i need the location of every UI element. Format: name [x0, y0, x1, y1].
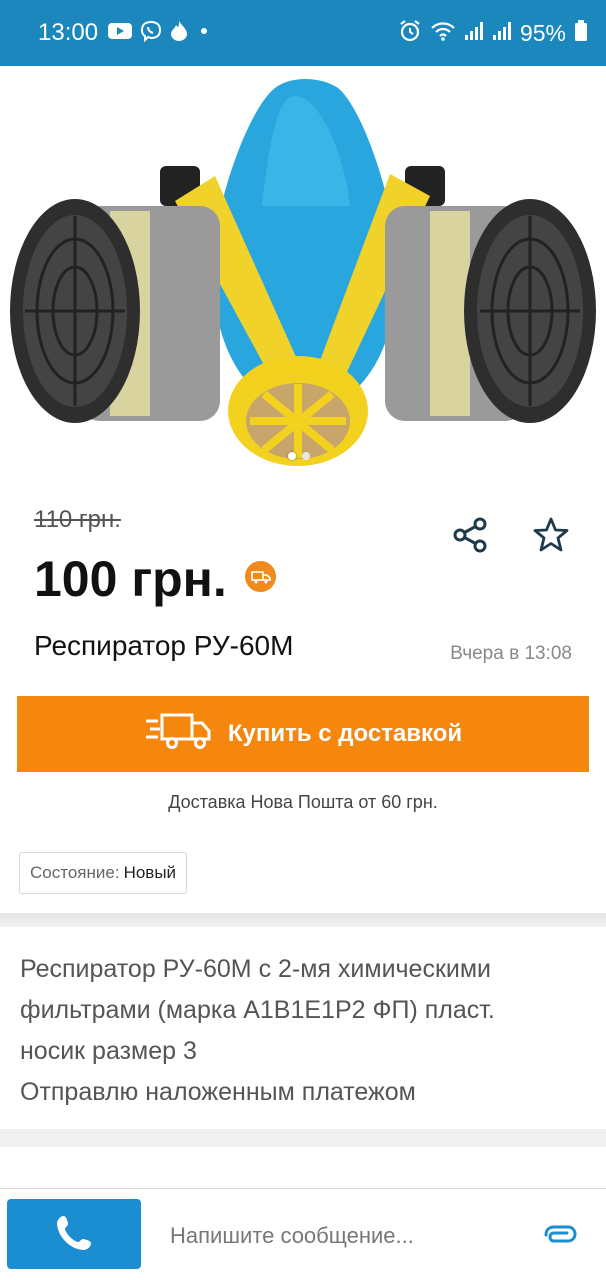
current-price: 100 грн. [34, 551, 227, 607]
description-line: носик размер 3 [20, 1037, 197, 1065]
favorite-star-icon[interactable] [532, 516, 570, 554]
gallery-dot-active [288, 452, 296, 460]
respirator-photo [10, 79, 596, 466]
wifi-icon [430, 20, 456, 47]
bottom-bar-divider [0, 1188, 606, 1189]
buy-button-label: Купить с доставкой [227, 720, 463, 747]
gallery-dot [302, 452, 310, 460]
attachment-paperclip-icon[interactable] [540, 1218, 578, 1252]
condition-tag: Состояние: Новый [19, 852, 188, 894]
dot-icon [196, 23, 212, 44]
gallery-page-indicator [288, 452, 310, 460]
flame-icon [170, 20, 188, 47]
phone-icon [54, 1213, 94, 1256]
condition-label: Состояние: [30, 863, 120, 882]
signal-icon [464, 21, 484, 46]
delivery-note: Доставка Нова Пошта от 60 грн. [168, 792, 438, 812]
description-line: Респиратор РУ-60М с 2-мя химическими [20, 955, 492, 983]
delivery-truck-badge-icon [245, 561, 276, 592]
status-time: 13:00 [38, 19, 99, 46]
description-line: фильтрами (марка А1В1Е1Р2 ФП) пласт. [20, 996, 495, 1024]
buy-with-delivery-button[interactable]: Купить с доставкой [17, 696, 589, 772]
youtube-icon [108, 22, 133, 45]
listing-description: Респиратор РУ-60М с 2-мя химическими фил… [0, 927, 606, 1129]
section-divider [0, 1129, 606, 1147]
message-input[interactable] [168, 1210, 532, 1262]
signal-icon [492, 21, 512, 46]
battery-icon [574, 19, 588, 47]
description-line: Отправлю наложенным платежом [20, 1078, 416, 1106]
section-divider [0, 913, 606, 927]
viber-icon [140, 20, 162, 47]
old-price: 110 грн. [34, 506, 121, 533]
delivery-truck-icon [144, 711, 212, 758]
listing-date: Вчера в 13:08 [450, 643, 572, 664]
battery-percent: 95% [519, 19, 566, 46]
condition-value: Новый [123, 863, 177, 882]
status-indicators: 95% [398, 19, 588, 48]
call-button[interactable] [7, 1199, 141, 1269]
status-bar: 13:00 95% [0, 0, 606, 66]
listing-title: Респиратор РУ-60М [34, 630, 294, 661]
product-image-gallery[interactable] [0, 66, 606, 476]
share-icon[interactable] [452, 516, 490, 554]
alarm-icon [398, 19, 422, 48]
